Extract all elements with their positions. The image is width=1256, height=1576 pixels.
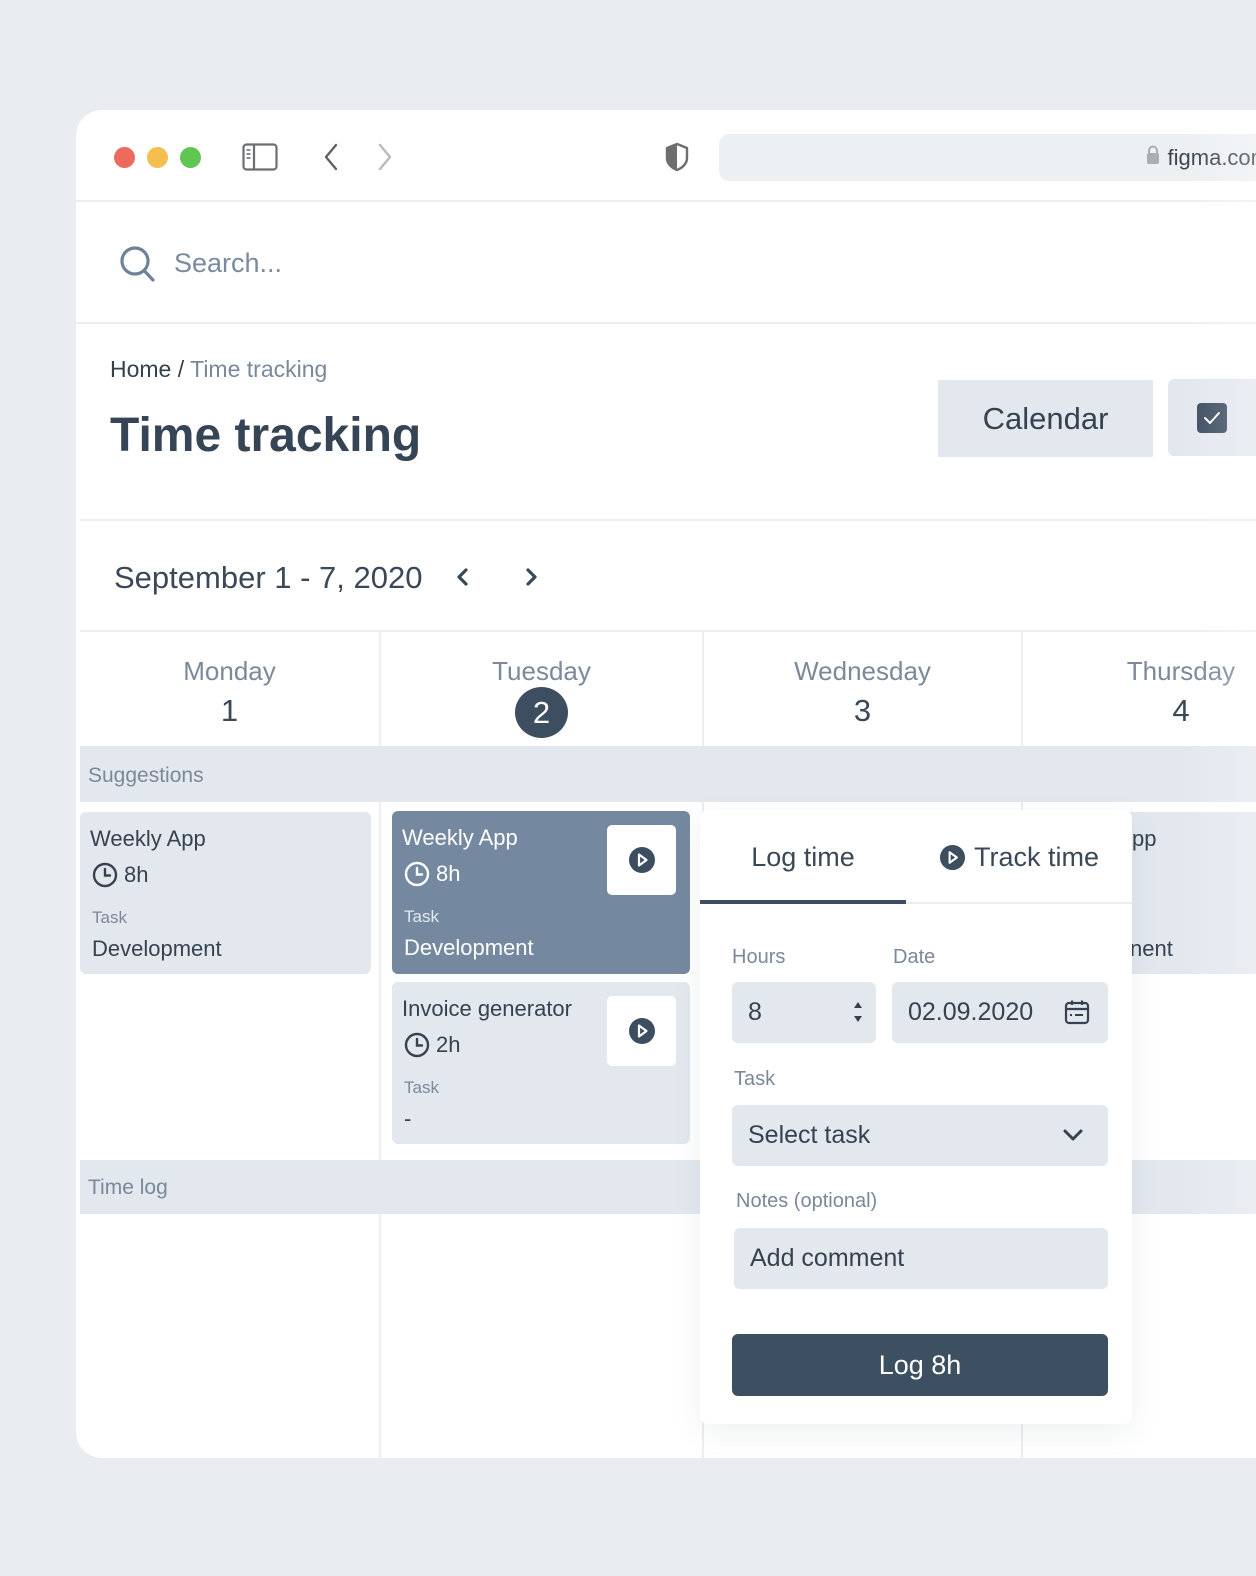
date-field[interactable]: 02.09.2020	[892, 982, 1108, 1043]
hours-stepper[interactable]: 8	[732, 982, 876, 1043]
suggestions-label: Suggestions	[88, 764, 204, 787]
day-number: 4	[1172, 693, 1190, 728]
card-task-label: Task	[404, 1078, 439, 1097]
clock-icon	[404, 1032, 430, 1058]
active-tab-indicator	[700, 900, 906, 904]
day-name: Wednesday	[794, 656, 931, 686]
time-log-label: Time log	[88, 1176, 168, 1199]
tab-log-time[interactable]: Log time	[700, 810, 906, 904]
day-name: Thursday	[1126, 656, 1236, 686]
duration-value: 8h	[124, 862, 149, 887]
day-header-monday[interactable]: Monday 1	[80, 632, 379, 746]
week-range-label: September 1 - 7, 2020	[114, 560, 423, 595]
task-select-value: Select task	[748, 1121, 871, 1149]
date-value: 02.09.2020	[908, 998, 1034, 1026]
task-label: Task	[734, 1068, 776, 1090]
card-task-value: Development	[92, 936, 222, 961]
browser-titlebar: figma.com	[76, 110, 1256, 202]
suggestion-card[interactable]: Invoice generator 2h Task -	[392, 982, 690, 1144]
day-header-wednesday[interactable]: Wednesday 3	[704, 632, 1021, 746]
breadcrumb-home-link[interactable]: Home	[110, 356, 171, 382]
log-time-submit-button[interactable]: Log 8h	[732, 1334, 1108, 1396]
lock-icon	[1146, 145, 1160, 171]
card-project-fragment: pp	[1132, 826, 1157, 851]
next-week-button[interactable]	[518, 562, 544, 592]
header-divider	[80, 519, 1256, 521]
play-icon	[939, 844, 966, 870]
chevron-right-icon[interactable]	[374, 140, 396, 174]
card-project: Weekly App	[90, 826, 206, 851]
search-icon	[118, 244, 158, 284]
tab-label: Track time	[973, 841, 1099, 872]
notes-input[interactable]	[734, 1228, 1108, 1289]
tab-divider	[906, 902, 1132, 904]
suggestion-card[interactable]: Weekly App 8h Task Development	[80, 812, 371, 974]
card-duration: 8h	[404, 861, 460, 887]
day-header-tuesday[interactable]: Tuesday 2	[381, 632, 702, 746]
breadcrumb: Home / Time tracking	[110, 356, 327, 383]
log-time-popover: Log time Track time Hours 8 Date 02.09.2…	[700, 810, 1132, 1424]
search-bar	[76, 204, 1256, 324]
calendar-view-button[interactable]: Calendar	[938, 380, 1153, 457]
day-name: Tuesday	[492, 656, 591, 686]
card-task-value: -	[404, 1106, 412, 1131]
card-duration: 2h	[404, 1032, 460, 1058]
browser-window: figma.com Home / Time tracking Time trac…	[76, 110, 1256, 1458]
notes-label: Notes (optional)	[736, 1190, 878, 1212]
date-label: Date	[893, 946, 936, 968]
close-window-button[interactable]	[114, 147, 135, 168]
card-task-label: Task	[404, 907, 439, 926]
search-input[interactable]	[174, 240, 874, 286]
checkbox-icon	[1197, 403, 1227, 433]
sidebar-toggle-icon[interactable]	[242, 140, 278, 174]
chevron-down-icon	[1063, 1129, 1083, 1141]
address-bar[interactable]: figma.com	[719, 134, 1256, 181]
card-task-fragment: nent	[1130, 936, 1173, 961]
list-view-button[interactable]	[1168, 379, 1256, 456]
day-header-thursday[interactable]: Thursday 4	[1023, 632, 1256, 746]
start-timer-button[interactable]	[607, 825, 676, 895]
maximize-window-button[interactable]	[180, 147, 201, 168]
hours-value: 8	[748, 998, 762, 1026]
card-task-value: Development	[404, 935, 534, 960]
clock-icon	[404, 861, 430, 887]
card-project: Weekly App	[402, 825, 518, 850]
page-title: Time tracking	[110, 409, 422, 462]
shield-icon[interactable]	[664, 140, 690, 174]
stepper-arrows-icon	[854, 1002, 862, 1022]
suggestions-section-header: Suggestions	[80, 746, 1256, 802]
card-project: Invoice generator	[402, 996, 572, 1021]
url-text: figma.com	[1167, 144, 1256, 170]
previous-week-button[interactable]	[450, 562, 476, 592]
breadcrumb-current: Time tracking	[190, 356, 328, 382]
tab-label: Log time	[751, 841, 855, 872]
suggestion-card-active[interactable]: Weekly App 8h Task Development	[392, 811, 690, 974]
day-name: Monday	[183, 656, 276, 686]
card-duration: 8h	[92, 862, 148, 888]
hours-label: Hours	[732, 946, 786, 968]
play-icon	[628, 1018, 655, 1044]
clock-icon	[92, 862, 118, 888]
day-number: 1	[220, 693, 239, 728]
day-number: 3	[853, 693, 872, 728]
minimize-window-button[interactable]	[147, 147, 168, 168]
tab-track-time[interactable]: Track time	[906, 810, 1132, 904]
card-task-label: Task	[92, 908, 127, 927]
today-day-number: 2	[515, 687, 568, 738]
calendar-icon	[1064, 1000, 1090, 1025]
start-timer-button[interactable]	[607, 996, 676, 1066]
task-select[interactable]: Select task	[732, 1105, 1108, 1166]
duration-value: 2h	[436, 1032, 461, 1057]
duration-value: 8h	[436, 861, 461, 886]
play-icon	[628, 847, 655, 873]
breadcrumb-separator: /	[177, 356, 185, 382]
chevron-left-icon[interactable]	[320, 140, 342, 174]
